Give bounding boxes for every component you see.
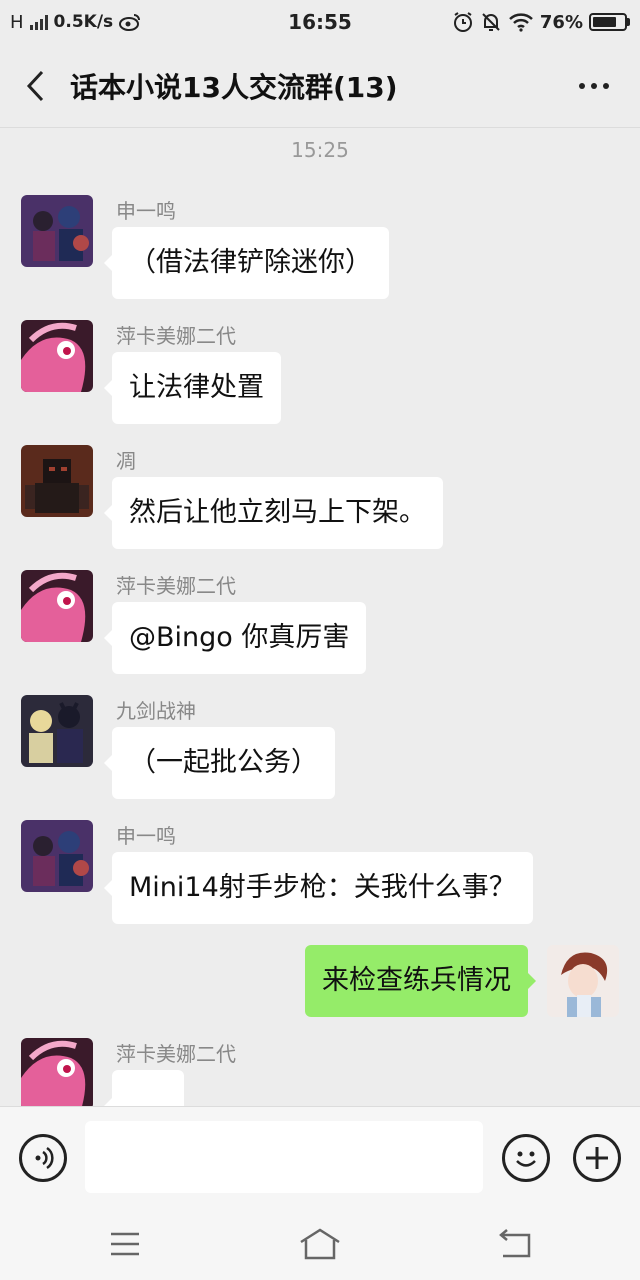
home-button[interactable] [298,1226,342,1262]
more-dot [591,83,597,89]
sender-name: 九剑战神 [116,699,196,723]
avatar-group-anime[interactable] [21,820,93,892]
avatar-dark-robot[interactable] [21,445,93,517]
wifi-icon [509,13,533,32]
avatar-pink-pony[interactable] [21,570,93,642]
status-bar: H 0.5K/s 16:55 76% [0,0,640,44]
avatar-group-anime[interactable] [21,195,93,267]
return-icon [499,1229,531,1258]
chat-messages[interactable]: 15:25 申一鸣 （借法律铲除迷你） 萍卡美娜二代 让法律处置 凋 然后让他立… [0,128,640,1106]
status-right: 76% [452,11,630,33]
sender-name: 申一鸣 [116,824,176,848]
sender-name: 凋 [116,449,136,473]
message-bubble-self[interactable]: 来检查练兵情况 [305,945,536,1017]
system-nav-bar [0,1208,640,1280]
message-bubble[interactable]: 让法律处置 [104,352,281,424]
menu-icon [111,1232,139,1256]
avatar-duo-anime[interactable] [21,695,93,767]
message-timestamp: 15:25 [291,138,349,162]
sender-name: 萍卡美娜二代 [116,574,236,598]
avatar-pink-pony[interactable] [21,1038,93,1106]
sender-name: 萍卡美娜二代 [116,324,236,348]
more-options-button[interactable] [564,64,624,108]
emoji-icon [516,1151,536,1167]
message-bubble[interactable]: （一起批公务） [104,727,335,799]
avatar-self[interactable] [547,945,619,1017]
sender-name: 申一鸣 [116,199,176,223]
chat-title: 话本小说13人交流群(13) [70,70,398,104]
avatar-pink-pony[interactable] [21,320,93,392]
message-bubble[interactable]: （借法律铲除迷你） [104,227,389,299]
status-left: H 0.5K/s [10,12,141,33]
sender-name: 萍卡美娜二代 [116,1042,236,1066]
message-bubble[interactable] [104,1070,184,1106]
network-type: H [10,11,24,33]
weibo-icon [119,14,141,31]
voice-button[interactable] [19,1134,67,1182]
battery-percent: 76% [539,11,583,33]
battery-fill [593,17,616,27]
mute-bell-icon [482,13,500,31]
voice-icon [35,1146,54,1170]
chat-header: 话本小说13人交流群(13) [0,44,640,128]
more-dot [603,83,609,89]
input-bar [0,1106,640,1208]
more-dot [579,83,585,89]
message-bubble[interactable]: 然后让他立刻马上下架。 [104,477,443,549]
menu-button[interactable] [103,1226,147,1262]
emoji-button[interactable] [502,1134,550,1182]
back-button[interactable] [0,44,70,128]
plus-icon [586,1147,608,1169]
plus-button[interactable] [573,1134,621,1182]
back-nav-button[interactable] [493,1226,537,1262]
message-bubble[interactable]: Mini14射手步枪：关我什么事？ [104,852,533,924]
home-icon [300,1228,340,1260]
signal-icon [29,14,48,30]
network-speed: 0.5K/s [53,12,114,32]
chevron-left-icon [26,70,44,101]
message-input[interactable] [85,1121,483,1193]
battery-icon [589,13,630,31]
message-bubble[interactable]: @Bingo 你真厉害 [103,602,367,674]
alarm-icon [453,12,472,32]
